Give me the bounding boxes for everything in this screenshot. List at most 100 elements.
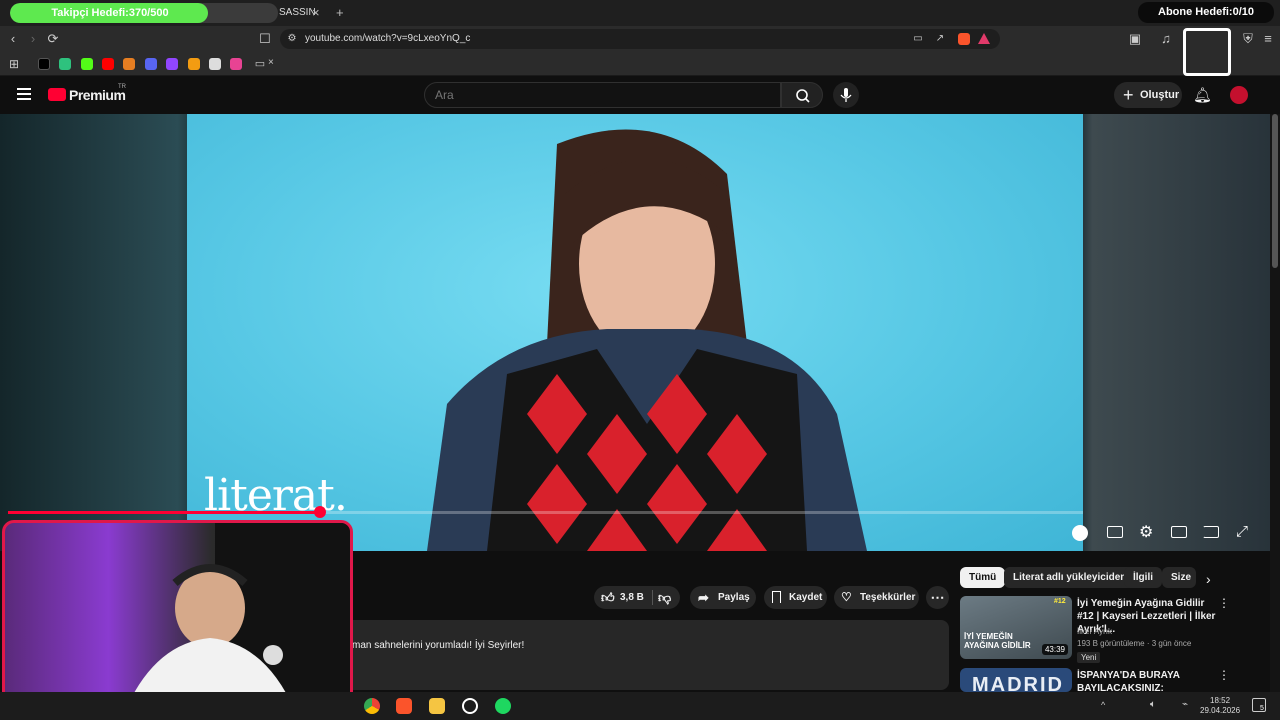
save-icon <box>772 591 781 603</box>
bookmark-page-icon[interactable]: ☐ <box>257 31 273 47</box>
tray-chevron-icon[interactable]: ^ <box>1101 700 1105 710</box>
description-box[interactable]: man sahnelerini yorumladı! İyi Seyirler! <box>330 620 949 690</box>
search-button[interactable] <box>781 82 823 108</box>
share-label: Paylaş <box>718 592 750 603</box>
dislike-icon[interactable]: 👎︎ <box>658 586 671 609</box>
scrollbar-thumb[interactable] <box>1272 114 1278 268</box>
menu-icon[interactable]: ≡ <box>1260 31 1276 47</box>
url-text: youtube.com/watch?v=9cLxeoYnQ_c <box>305 33 471 44</box>
recommendation-thumbnail[interactable]: MADRID <box>960 668 1072 692</box>
page-scrollbar[interactable] <box>1270 114 1280 692</box>
bookmark-folder-close[interactable]: × <box>268 57 274 68</box>
cast-icon[interactable] <box>1203 526 1219 538</box>
bookmark-pink-icon[interactable] <box>230 58 242 70</box>
search-field[interactable] <box>424 82 781 108</box>
share-page-icon[interactable]: ↗ <box>932 31 948 47</box>
bookmark-discord-icon[interactable] <box>145 58 157 70</box>
fullscreen-icon[interactable]: ⤢ <box>1236 523 1248 540</box>
forward-icon[interactable]: › <box>25 31 41 47</box>
file-explorer-taskbar-icon[interactable] <box>429 698 445 714</box>
chip-from-uploader[interactable]: Literat adlı yükleyiciden <box>1004 567 1136 588</box>
brave-taskbar-icon[interactable] <box>396 698 412 714</box>
clock-date: 29.04.2026 <box>1200 706 1241 715</box>
notifications-bell-icon[interactable]: 🔔︎ <box>1193 86 1212 104</box>
thanks-button[interactable]: ♡ Teşekkürler <box>834 586 919 609</box>
create-label: Oluştur <box>1140 89 1180 101</box>
recommendation-channel[interactable]: İlker Ayrık <box>1077 627 1112 636</box>
save-label: Kaydet <box>789 592 823 603</box>
voice-search-button[interactable] <box>833 82 859 108</box>
share-button[interactable]: ➦ Paylaş <box>690 586 756 609</box>
like-icon[interactable]: 👍︎ <box>601 586 615 609</box>
plus-icon: + <box>1123 85 1134 105</box>
reload-icon[interactable]: ⟳ <box>45 31 61 47</box>
chips-next-icon[interactable]: › <box>1206 571 1211 587</box>
recommendation-meta: 193 B görüntüleme · 3 gün önce <box>1077 639 1192 648</box>
thanks-label: Teşekkürler <box>860 592 916 603</box>
vpn-shield-icon[interactable]: ⛨ <box>1240 31 1256 47</box>
tray-volume-icon[interactable]: 🔈︎ <box>1150 699 1156 710</box>
bookmark-white-icon[interactable] <box>209 58 221 70</box>
youtube-header: Premium TR + Oluştur 🔔︎ <box>0 76 1280 114</box>
hamburger-menu-icon[interactable] <box>17 88 31 100</box>
chip-related[interactable]: İlgili <box>1124 567 1162 588</box>
notification-count: 5 <box>1260 705 1264 712</box>
streamer-webcam-overlay <box>2 520 353 714</box>
thumbnail-tag: #12 <box>1054 598 1066 605</box>
miniplayer-icon[interactable] <box>1171 526 1187 538</box>
new-tab-button[interactable]: + <box>336 3 344 23</box>
chip-for-you[interactable]: Size <box>1162 567 1196 588</box>
sidebar-toggle-icon[interactable]: ▣ <box>1127 31 1143 47</box>
cast-page-icon[interactable]: ▭ <box>910 31 926 47</box>
follower-goal-label: Takipçi Hedefi:370/500 <box>51 7 169 19</box>
create-button[interactable]: + Oluştur <box>1114 82 1182 108</box>
search-input[interactable] <box>425 83 780 107</box>
tray-network-icon[interactable]: ⌁ <box>1182 699 1188 710</box>
notification-center-icon[interactable]: 5 <box>1252 698 1266 712</box>
youtube-logo-icon[interactable] <box>48 88 66 101</box>
thumbnail-text: İYİ YEMEĞİN AYAĞINA GİDİLİR <box>964 632 1031 650</box>
bookmark-folder-icon[interactable]: ▭ <box>252 56 268 72</box>
bookmark-x-icon[interactable] <box>38 58 50 70</box>
bookmark-orange-icon[interactable] <box>188 58 200 70</box>
save-button[interactable]: Kaydet <box>764 586 827 609</box>
music-icon[interactable]: ♫ <box>1158 31 1174 47</box>
obs-taskbar-icon[interactable] <box>462 698 478 714</box>
tab-close-icon[interactable]: × <box>312 3 320 23</box>
bookmark-colorful-icon[interactable] <box>123 58 135 70</box>
avatar[interactable] <box>1230 86 1248 104</box>
settings-gear-icon[interactable]: ⚙ <box>1139 522 1153 542</box>
site-info-icon[interactable]: ⚙ <box>284 31 300 47</box>
subtitles-icon[interactable] <box>1107 526 1123 538</box>
like-dislike-group: 👍︎ 3,8 B 👎︎ <box>594 586 680 609</box>
bookmark-twitch-icon[interactable] <box>166 58 178 70</box>
like-count[interactable]: 3,8 B <box>620 586 644 609</box>
chip-all[interactable]: Tümü <box>960 567 1006 588</box>
brave-shield-icon[interactable] <box>958 33 970 45</box>
browser-tab-strip: Takipçi Hedefi:370/500 SASSIN × + Abone … <box>0 0 1280 26</box>
search-icon <box>796 89 810 103</box>
video-progress-fill <box>8 511 320 514</box>
chrome-taskbar-icon[interactable] <box>364 698 380 714</box>
taskbar-clock[interactable]: 18:52 29.04.2026 <box>1200 696 1240 716</box>
microphone-icon <box>840 88 852 102</box>
apps-grid-icon[interactable]: ⊞ <box>6 56 22 72</box>
url-field[interactable]: ⚙ youtube.com/watch?v=9cLxeoYnQ_c ▭ ↗ <box>280 29 1000 49</box>
share-icon: ➦ <box>698 590 709 605</box>
spotify-taskbar-icon[interactable] <box>495 698 511 714</box>
video-scrubber-handle[interactable] <box>313 506 326 518</box>
tab-title[interactable]: SASSIN <box>279 3 316 23</box>
youtube-logo-text[interactable]: Premium <box>69 87 126 103</box>
recommendation-menu-icon[interactable]: ⋮ <box>1218 596 1230 610</box>
brave-rewards-icon[interactable] <box>978 33 990 44</box>
more-actions-icon[interactable]: ⋯ <box>926 586 949 609</box>
bookmark-kick-icon[interactable] <box>81 58 93 70</box>
bookmark-green-icon[interactable] <box>59 58 71 70</box>
address-bar-row: ‹ › ⟳ ☐ ⚙ youtube.com/watch?v=9cLxeoYnQ_… <box>0 26 1280 52</box>
recommendation-thumbnail[interactable]: İYİ YEMEĞİN AYAĞINA GİDİLİR #12 43:39 <box>960 596 1072 659</box>
back-icon[interactable]: ‹ <box>5 31 21 47</box>
bookmark-youtube-icon[interactable] <box>102 58 114 70</box>
autoplay-toggle-icon[interactable] <box>1072 525 1088 541</box>
recommendation-menu-icon[interactable]: ⋮ <box>1218 668 1230 682</box>
video-progress-bar[interactable] <box>8 506 1083 518</box>
